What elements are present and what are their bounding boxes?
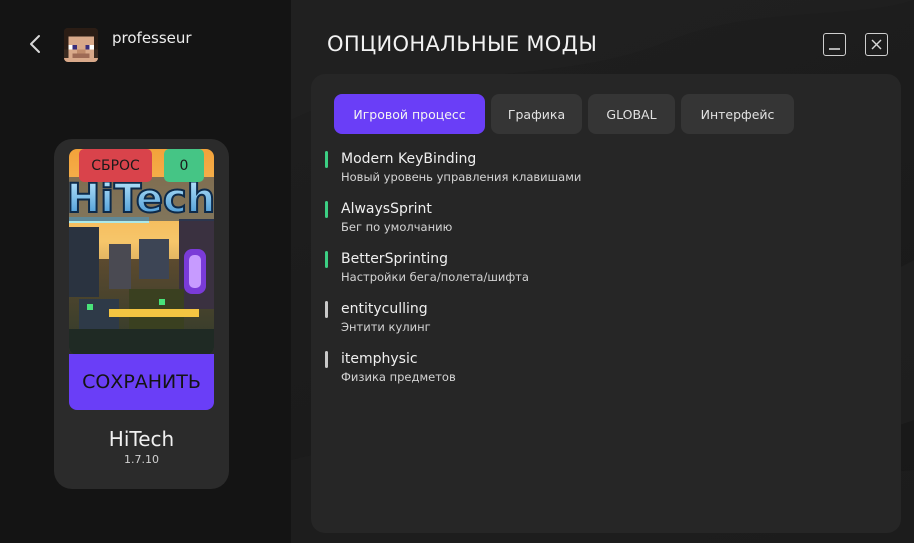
mod-name: Modern KeyBinding (341, 151, 477, 167)
mod-enabled-indicator (325, 151, 328, 168)
chevron-left-icon (30, 35, 40, 53)
mods-panel: Игровой процесс Графика GLOBAL Интерфейс… (311, 74, 901, 533)
modpack-name: HiTech (108, 427, 175, 451)
mod-enabled-indicator (325, 251, 328, 268)
mod-description: Настройки бега/полета/шифта (341, 270, 529, 284)
modpack-version: 1.7.10 (124, 453, 159, 466)
mod-enabled-indicator (325, 201, 328, 218)
category-tabs: Игровой процесс Графика GLOBAL Интерфейс (334, 94, 794, 134)
mod-item-itemphysic[interactable]: itemphysic Физика предметов (325, 350, 581, 400)
mod-item-alwayssprint[interactable]: AlwaysSprint Бег по умолчанию (325, 200, 581, 250)
selected-count-badge: 0 (164, 149, 204, 182)
mod-list: Modern KeyBinding Новый уровень управлен… (325, 150, 581, 400)
minimize-icon (829, 48, 840, 50)
tab-graphics[interactable]: Графика (491, 94, 582, 134)
close-button[interactable] (865, 33, 888, 56)
username: professeur (112, 29, 192, 47)
sidebar: professeur HiTech СБРОС 0 СОХРАНИТЬ HiTe… (0, 0, 291, 543)
mod-item-bettersprinting[interactable]: BetterSprinting Настройки бега/полета/ши… (325, 250, 581, 300)
minimize-button[interactable] (823, 33, 846, 56)
mod-disabled-indicator (325, 351, 328, 368)
modpack-card: HiTech СБРОС 0 СОХРАНИТЬ HiTech 1.7.10 (54, 139, 229, 489)
mod-name: itemphysic (341, 351, 418, 367)
reset-button[interactable]: СБРОС (79, 149, 152, 182)
mod-disabled-indicator (325, 301, 328, 318)
mod-name: AlwaysSprint (341, 201, 432, 217)
cover-logo-text: HiTech (69, 176, 214, 222)
mod-name: entityculling (341, 301, 428, 317)
tab-gameplay[interactable]: Игровой процесс (334, 94, 485, 134)
player-head-icon (64, 28, 98, 62)
mod-description: Энтити кулинг (341, 320, 431, 334)
close-icon (871, 39, 882, 50)
mod-description: Новый уровень управления клавишами (341, 170, 582, 184)
mod-description: Физика предметов (341, 370, 456, 384)
tab-global[interactable]: GLOBAL (588, 94, 675, 134)
mod-item-entityculling[interactable]: entityculling Энтити кулинг (325, 300, 581, 350)
avatar (64, 28, 98, 62)
mod-item-modern-keybinding[interactable]: Modern KeyBinding Новый уровень управлен… (325, 150, 581, 200)
mod-name: BetterSprinting (341, 251, 448, 267)
mod-description: Бег по умолчанию (341, 220, 453, 234)
tab-interface[interactable]: Интерфейс (681, 94, 794, 134)
back-button[interactable] (24, 31, 46, 57)
save-button[interactable]: СОХРАНИТЬ (69, 354, 214, 410)
page-title: ОПЦИОНАЛЬНЫЕ МОДЫ (327, 32, 598, 56)
